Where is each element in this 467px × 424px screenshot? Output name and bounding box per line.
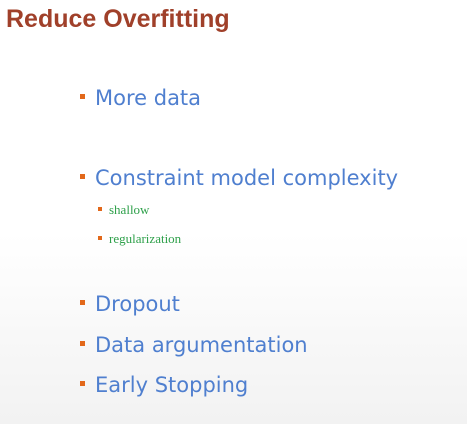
bullet-icon xyxy=(80,380,85,386)
sub-bullet-icon xyxy=(98,206,102,211)
bullet-item-more-data: More data xyxy=(80,86,201,110)
bullet-item-data-argumentation: Data argumentation xyxy=(80,333,308,357)
sub-bullet-item-regularization: regularization xyxy=(98,230,181,248)
slide-title: Reduce Overfitting xyxy=(6,5,230,33)
bullet-item-constraint-model-complexity: Constraint model complexity xyxy=(80,166,398,190)
bullet-icon xyxy=(80,93,85,99)
sub-bullet-icon xyxy=(98,235,102,240)
bullet-item-label: Early Stopping xyxy=(95,373,249,397)
sub-bullet-item-label: regularization xyxy=(109,230,182,246)
bullet-icon xyxy=(80,299,85,305)
bullet-item-early-stopping: Early Stopping xyxy=(80,373,248,397)
sub-bullet-item-shallow: shallow xyxy=(98,201,149,219)
bullet-item-label: More data xyxy=(95,86,202,110)
bullet-item-label: Dropout xyxy=(95,292,180,316)
bullet-item-label: Data argumentation xyxy=(95,333,308,357)
bullet-item-label: Constraint model complexity xyxy=(95,166,399,190)
bullet-item-dropout: Dropout xyxy=(80,292,180,316)
sub-bullet-item-label: shallow xyxy=(109,201,150,217)
bullet-icon xyxy=(80,340,85,346)
bullet-icon xyxy=(80,173,85,179)
slide: Reduce Overfitting More data Constraint … xyxy=(0,0,467,424)
